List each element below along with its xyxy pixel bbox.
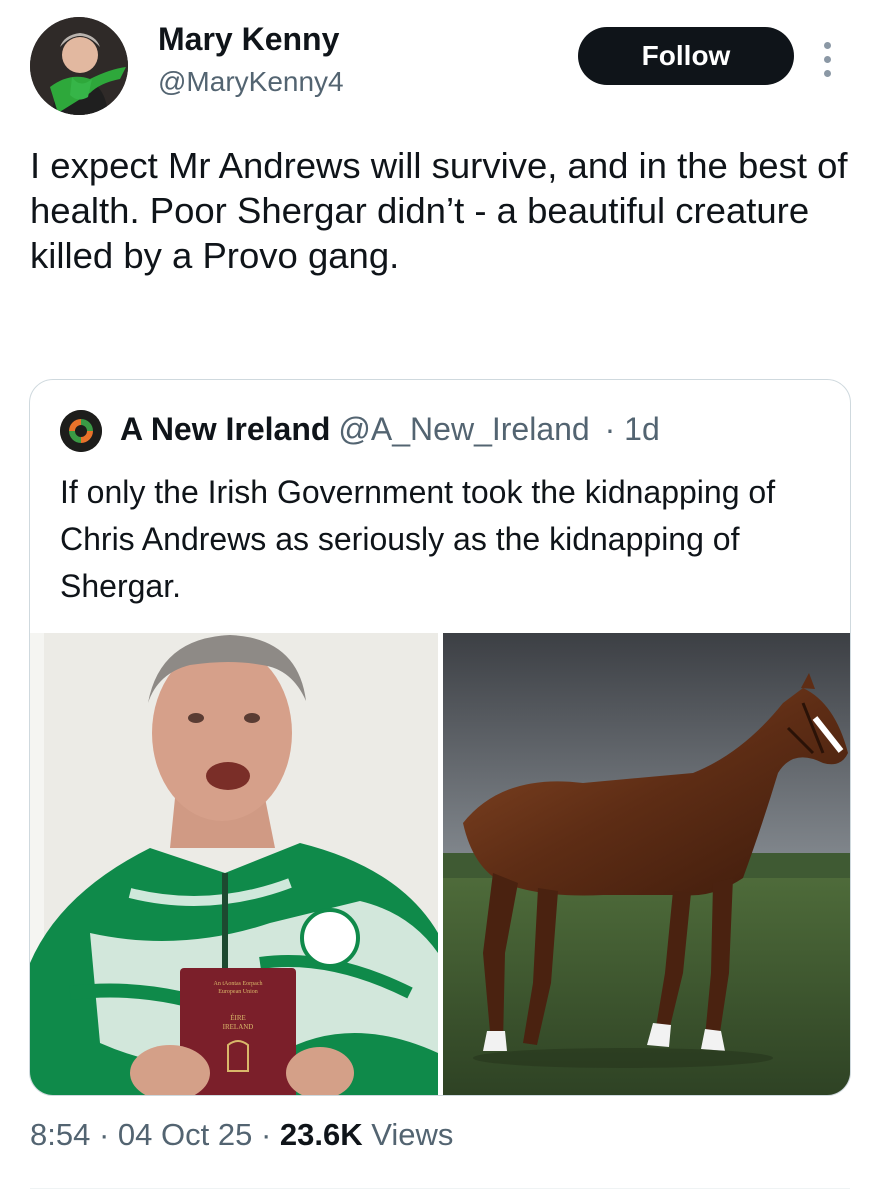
views-count[interactable]: 23.6K [280, 1117, 363, 1152]
quoted-author-avatar-image [60, 410, 102, 452]
quoted-tweet-header: A New Ireland @A_New_Ireland · 1d [120, 411, 660, 448]
follow-button[interactable]: Follow [578, 27, 794, 85]
quoted-tweet-text: If only the Irish Government took the ki… [60, 474, 776, 604]
author-avatar[interactable] [30, 17, 128, 115]
quoted-tweet-time: · 1d [604, 411, 660, 447]
man-holding-passport-image[interactable]: An tAontas Eorpach European Union ÉIRE I… [30, 633, 438, 1095]
passport-line-3: ÉIRE [230, 1014, 246, 1022]
tweet-meta: 8:54 · 04 Oct 25 · 23.6K Views [30, 1117, 453, 1153]
author-avatar-image [30, 17, 128, 115]
tweet-time[interactable]: 8:54 [30, 1117, 90, 1152]
meta-separator: · [260, 1117, 272, 1152]
author-handle[interactable]: @MaryKenny4 [158, 66, 344, 98]
tweet-date[interactable]: 04 Oct 25 [118, 1117, 252, 1152]
divider [30, 1188, 850, 1189]
passport-line-4: IRELAND [223, 1023, 254, 1031]
quoted-author-handle[interactable]: @A_New_Ireland [338, 411, 589, 447]
views-label: Views [371, 1117, 454, 1152]
passport-line-2: European Union [218, 989, 258, 995]
tweet-text: I expect Mr Andrews will survive, and in… [30, 145, 848, 276]
quoted-tweet-card[interactable]: A New Ireland @A_New_Ireland · 1d If only… [29, 379, 851, 1096]
more-vertical-icon[interactable] [818, 40, 838, 80]
brown-horse-in-field-image[interactable] [443, 633, 850, 1095]
author-name[interactable]: Mary Kenny [158, 21, 339, 58]
passport-line-1: An tAontas Eorpach [214, 981, 263, 987]
quoted-author-avatar[interactable] [60, 410, 102, 452]
man-holding-passport-illustration: An tAontas Eorpach European Union ÉIRE I… [30, 633, 438, 1095]
brown-horse-illustration [443, 633, 850, 1095]
meta-separator: · [98, 1117, 110, 1152]
quoted-author-name[interactable]: A New Ireland [120, 411, 330, 447]
